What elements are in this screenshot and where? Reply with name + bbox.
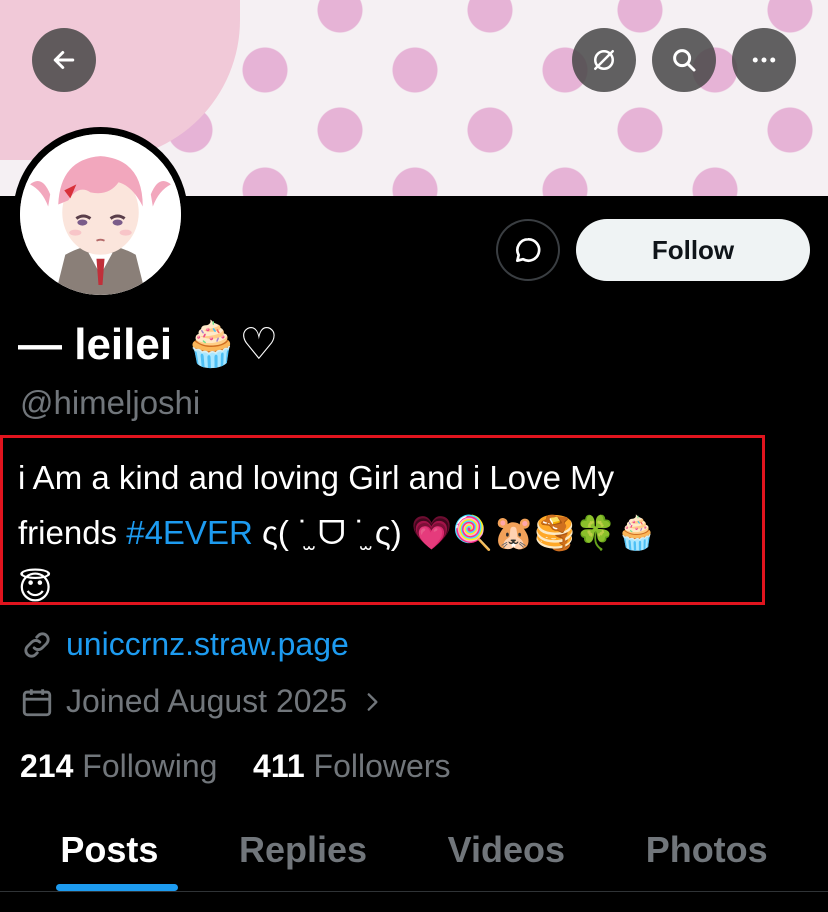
followers-count: 411 <box>253 748 305 784</box>
translate-toggle-button[interactable] <box>572 28 636 92</box>
link-icon <box>24 631 50 658</box>
avatar-image <box>20 134 181 295</box>
bio-line-1: i Am a kind and loving Girl and i Love M… <box>18 459 615 496</box>
anime-girl-avatar-icon <box>20 134 181 295</box>
follow-stats: 214 Following 411 Followers <box>20 748 450 785</box>
tab-photos[interactable]: Photos <box>636 820 778 880</box>
bio-line-3: 😇 <box>18 569 53 606</box>
following-stat[interactable]: 214 Following <box>20 748 217 784</box>
display-name: — leilei 🧁♡ <box>18 320 279 369</box>
joined-row[interactable]: Joined August 2025 <box>20 683 385 720</box>
followers-stat[interactable]: 411 Followers <box>253 748 450 784</box>
hashtag-link[interactable]: #4EVER <box>126 514 253 551</box>
active-tab-indicator <box>56 884 178 891</box>
calendar-icon <box>22 688 52 716</box>
following-label: Following <box>82 748 218 784</box>
tab-posts[interactable]: Posts <box>50 820 168 880</box>
follow-button[interactable]: Follow <box>576 219 810 281</box>
message-button[interactable] <box>496 219 560 281</box>
followers-label: Followers <box>313 748 451 784</box>
avatar[interactable] <box>13 127 188 302</box>
tabs-divider <box>0 891 828 892</box>
chevron-right-icon <box>367 692 378 711</box>
bio-line-2: friends #4EVER ς( ˙̫ ᗜ ˙̫ ς) 💗🍭🐹🥞🍀🧁 <box>18 505 778 560</box>
website-row: uniccrnz.straw.page <box>20 626 349 663</box>
tab-replies[interactable]: Replies <box>229 820 377 880</box>
more-button[interactable] <box>732 28 796 92</box>
back-button[interactable] <box>32 28 96 92</box>
joined-date: Joined August 2025 <box>66 683 348 719</box>
bio: i Am a kind and loving Girl and i Love M… <box>18 450 778 615</box>
translate-off-icon <box>594 50 614 70</box>
user-handle: @himeljoshi <box>20 384 201 421</box>
search-button[interactable] <box>652 28 716 92</box>
more-icon <box>752 57 776 63</box>
bio-emoji-text: ς( ˙̫ ᗜ ˙̫ ς) 💗🍭🐹🥞🍀🧁 <box>252 514 658 551</box>
tab-videos[interactable]: Videos <box>438 820 575 880</box>
bio-text: friends <box>18 514 127 551</box>
website-link[interactable]: uniccrnz.straw.page <box>66 626 349 663</box>
search-icon <box>673 49 696 72</box>
following-count: 214 <box>20 748 74 784</box>
arrow-left-icon <box>53 51 75 69</box>
profile-tabs: Posts Replies Videos Photos <box>0 820 828 890</box>
message-bubble-icon <box>516 237 541 262</box>
